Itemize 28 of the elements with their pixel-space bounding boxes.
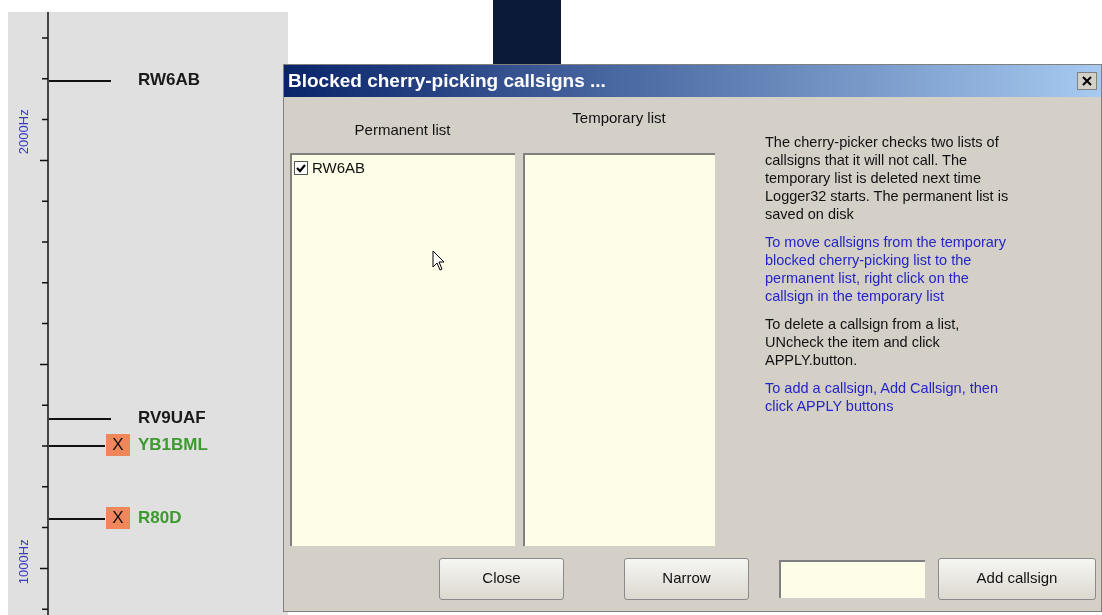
close-icon	[1082, 76, 1092, 86]
callsign-field[interactable]	[779, 559, 925, 598]
list-header: Permanent list	[353, 120, 452, 140]
station-callsign: R80D	[138, 507, 182, 529]
blocked-badge: X	[106, 507, 130, 529]
axis-label: 2000Hz	[15, 108, 33, 157]
dialog-button[interactable]: Close	[439, 557, 564, 600]
leader-line	[49, 518, 105, 520]
info-paragraph: To add a callsign, Add Callsign, then click APPLY buttons	[765, 379, 999, 415]
list-item[interactable]: RW6AB	[294, 157, 513, 180]
leader-line	[49, 418, 111, 420]
info-paragraph: To delete a callsign from a list, UNcheck the item and click APPLY.button.	[765, 315, 961, 369]
station-callsign: YB1BML	[138, 434, 208, 456]
axis-label: 1000Hz	[15, 538, 33, 587]
window-title: Blocked cherry-picking callsigns ...	[288, 68, 606, 93]
blocked-badge: X	[106, 434, 130, 456]
leader-line	[49, 80, 111, 82]
dialog-button[interactable]: Narrow	[624, 557, 749, 600]
leader-line	[49, 445, 105, 447]
station-callsign: RW6AB	[138, 69, 201, 91]
list-header: Temporary list	[571, 108, 667, 128]
add-callsign-button[interactable]: Add callsign	[938, 557, 1096, 600]
close-button[interactable]	[1077, 72, 1097, 90]
cursor-icon	[432, 250, 446, 272]
station-callsign: RV9UAF	[138, 407, 206, 429]
checkbox[interactable]	[294, 161, 308, 176]
info-paragraph: The cherry-picker checks two lists of callsigns that it will not call. The temporary list is deleted next time Logger32 starts. The permanent list is saved on disk	[765, 133, 1010, 223]
info-paragraph: To move callsigns from the temporary blocked cherry-picking list to the permanent list, right click on the callsign in the temporary list	[765, 233, 1007, 305]
